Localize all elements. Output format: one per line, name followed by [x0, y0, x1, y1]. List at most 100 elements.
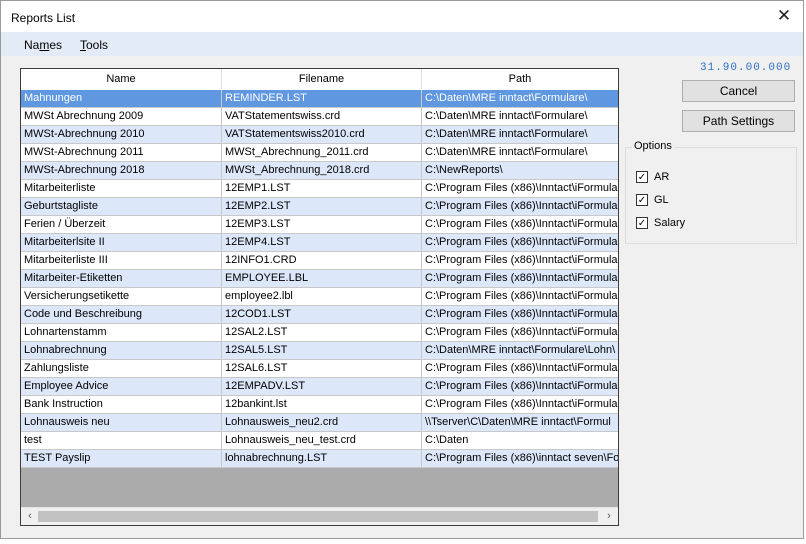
cell-filename: REMINDER.LST [222, 90, 422, 108]
chevron-right-icon[interactable]: › [602, 510, 616, 523]
cell-filename: employee2.lbl [222, 288, 422, 306]
salary-checkbox[interactable]: ✓ [636, 217, 648, 229]
table-row[interactable]: Mitarbeiter-Etiketten EMPLOYEE.LBL C:\Prog… [21, 270, 618, 288]
cell-filename: 12EMP3.LST [222, 216, 422, 234]
menu-tools[interactable]: Tools [80, 38, 108, 52]
table-row[interactable]: MWSt-Abrechnung 2010 VATStatementswiss201… [21, 126, 618, 144]
title-bar: Reports List ✕ [1, 1, 803, 32]
menu-names-text-a: Na [24, 38, 40, 52]
column-header-name[interactable]: Name [21, 69, 222, 89]
cell-name: TEST Payslip [21, 450, 222, 468]
table-row[interactable]: Versicherungsetikette employee2.lbl C:\Pro… [21, 288, 618, 306]
cell-name: MWSt-Abrechnung 2018 [21, 162, 222, 180]
cell-path: C:\Program Files (x86)\Inntact\iFormular… [422, 252, 618, 270]
cell-filename: 12EMP2.LST [222, 198, 422, 216]
table-row[interactable]: Code und Beschreibung 12COD1.LST C:\Progra… [21, 306, 618, 324]
cell-filename: 12EMPADV.LST [222, 378, 422, 396]
cell-path: C:\Program Files (x86)\Inntact\iFormular… [422, 324, 618, 342]
cell-path: C:\NewReports\ [422, 162, 618, 180]
cell-filename: 12EMP4.LST [222, 234, 422, 252]
path-settings-button[interactable]: Path Settings [682, 110, 795, 132]
check-icon: ✓ [637, 172, 647, 183]
cell-name: Lohnabrechnung [21, 342, 222, 360]
table-row[interactable]: Geburtstagliste 12EMP2.LST C:\Program File… [21, 198, 618, 216]
cell-filename: 12COD1.LST [222, 306, 422, 324]
cell-path: C:\Program Files (x86)\Inntact\iFormular… [422, 270, 618, 288]
table-row[interactable]: test Lohnausweis_neu_test.crd C:\Daten [21, 432, 618, 450]
cell-path: C:\Program Files (x86)\inntact seven\Fo [422, 450, 618, 468]
cell-filename: 12SAL6.LST [222, 360, 422, 378]
cell-path: C:\Program Files (x86)\Inntact\iFormular… [422, 288, 618, 306]
cell-path: C:\Daten\MRE inntact\Formulare\ [422, 126, 618, 144]
cell-path: C:\Daten\MRE inntact\Formulare\Lohn\ [422, 342, 618, 360]
cell-name: test [21, 432, 222, 450]
cell-filename: VATStatementswiss2010.crd [222, 126, 422, 144]
options-title: Options [632, 140, 674, 152]
table-row[interactable]: Mitarbeiterliste 12EMP1.LST C:\Program Fil… [21, 180, 618, 198]
cell-filename: lohnabrechnung.LST [222, 450, 422, 468]
cell-filename: 12SAL5.LST [222, 342, 422, 360]
cell-filename: 12SAL2.LST [222, 324, 422, 342]
cell-name: Geburtstagliste [21, 198, 222, 216]
cell-path: C:\Daten\MRE inntact\Formulare\ [422, 108, 618, 126]
table-row[interactable]: MWSt Abrechnung 2009 VATStatementswiss.cr… [21, 108, 618, 126]
ar-checkbox[interactable]: ✓ [636, 171, 648, 183]
cell-path: C:\Program Files (x86)\Inntact\iFormular… [422, 306, 618, 324]
table-row[interactable]: Lohnausweis neu Lohnausweis_neu2.crd \\Tse… [21, 414, 618, 432]
version-label: 31.90.00.000 [700, 62, 792, 74]
table-row[interactable]: MWSt-Abrechnung 2011 MWSt_Abrechnung_2011… [21, 144, 618, 162]
menu-tools-text-b: ools [86, 38, 109, 52]
cell-path: C:\Program Files (x86)\Inntact\iFormular… [422, 198, 618, 216]
menu-names-text-b: es [49, 38, 63, 52]
cell-filename: Lohnausweis_neu_test.crd [222, 432, 422, 450]
options-group [625, 147, 797, 244]
table-row[interactable]: Mitarbeiterlsite II 12EMP4.LST C:\Program … [21, 234, 618, 252]
table-row[interactable]: Mitarbeiterliste III 12INFO1.CRD C:\Progra… [21, 252, 618, 270]
table-row[interactable]: Zahlungsliste 12SAL6.LST C:\Program Files … [21, 360, 618, 378]
horizontal-scrollbar[interactable]: ‹ › [21, 507, 618, 525]
menu-bar: Names Tools [1, 32, 803, 56]
cell-filename: 12EMP1.LST [222, 180, 422, 198]
table-row[interactable]: Mahnungen REMINDER.LST C:\Daten\MRE inntac… [21, 90, 618, 108]
cell-name: Mitarbeiterlsite II [21, 234, 222, 252]
window-title: Reports List [11, 11, 76, 25]
option-salary-label: Salary [654, 217, 686, 229]
table-row[interactable]: Lohnabrechnung 12SAL5.LST C:\Daten\MRE inn… [21, 342, 618, 360]
cell-name: Mitarbeiter-Etiketten [21, 270, 222, 288]
cell-name: Mahnungen [21, 90, 222, 108]
option-gl-label: GL [654, 194, 669, 206]
table-row[interactable]: Lohnartenstamm 12SAL2.LST C:\Program Files… [21, 324, 618, 342]
table-row[interactable]: Bank Instruction 12bankint.lst C:\Program … [21, 396, 618, 414]
close-icon[interactable]: ✕ [771, 5, 797, 29]
chevron-left-icon[interactable]: ‹ [23, 510, 37, 523]
cell-name: MWSt-Abrechnung 2010 [21, 126, 222, 144]
cell-name: Mitarbeiterliste [21, 180, 222, 198]
cell-path: C:\Program Files (x86)\Inntact\iFormular… [422, 378, 618, 396]
cell-name: MWSt-Abrechnung 2011 [21, 144, 222, 162]
menu-names-accel: m [39, 38, 50, 52]
scrollbar-thumb[interactable] [38, 511, 598, 522]
check-icon: ✓ [637, 195, 647, 206]
table-row[interactable]: Ferien / Überzeit 12EMP3.LST C:\Program Fi… [21, 216, 618, 234]
cell-filename: Lohnausweis_neu2.crd [222, 414, 422, 432]
cancel-button[interactable]: Cancel [682, 80, 795, 102]
cell-path: \\Tserver\C\Daten\MRE inntact\Formul [422, 414, 618, 432]
cell-path: C:\Daten\MRE inntact\Formulare\ [422, 90, 618, 108]
cell-name: MWSt Abrechnung 2009 [21, 108, 222, 126]
cell-name: Lohnausweis neu [21, 414, 222, 432]
cell-path: C:\Program Files (x86)\Inntact\iFormular… [422, 360, 618, 378]
grid-header: Name Filename Path [21, 69, 618, 91]
reports-grid[interactable]: Name Filename Path Mahnungen REMINDER.LST… [20, 68, 619, 526]
column-header-filename[interactable]: Filename [222, 69, 422, 89]
table-row[interactable]: TEST Payslip lohnabrechnung.LST C:\Program… [21, 450, 618, 468]
cell-filename: MWSt_Abrechnung_2018.crd [222, 162, 422, 180]
gl-checkbox[interactable]: ✓ [636, 194, 648, 206]
cell-filename: 12INFO1.CRD [222, 252, 422, 270]
menu-names[interactable]: Names [24, 38, 62, 52]
column-header-path[interactable]: Path [422, 69, 618, 89]
option-ar-label: AR [654, 171, 670, 183]
table-row[interactable]: Employee Advice 12EMPADV.LST C:\Program Fi… [21, 378, 618, 396]
cell-filename: MWSt_Abrechnung_2011.crd [222, 144, 422, 162]
cell-filename: EMPLOYEE.LBL [222, 270, 422, 288]
table-row[interactable]: MWSt-Abrechnung 2018 MWSt_Abrechnung_2018… [21, 162, 618, 180]
